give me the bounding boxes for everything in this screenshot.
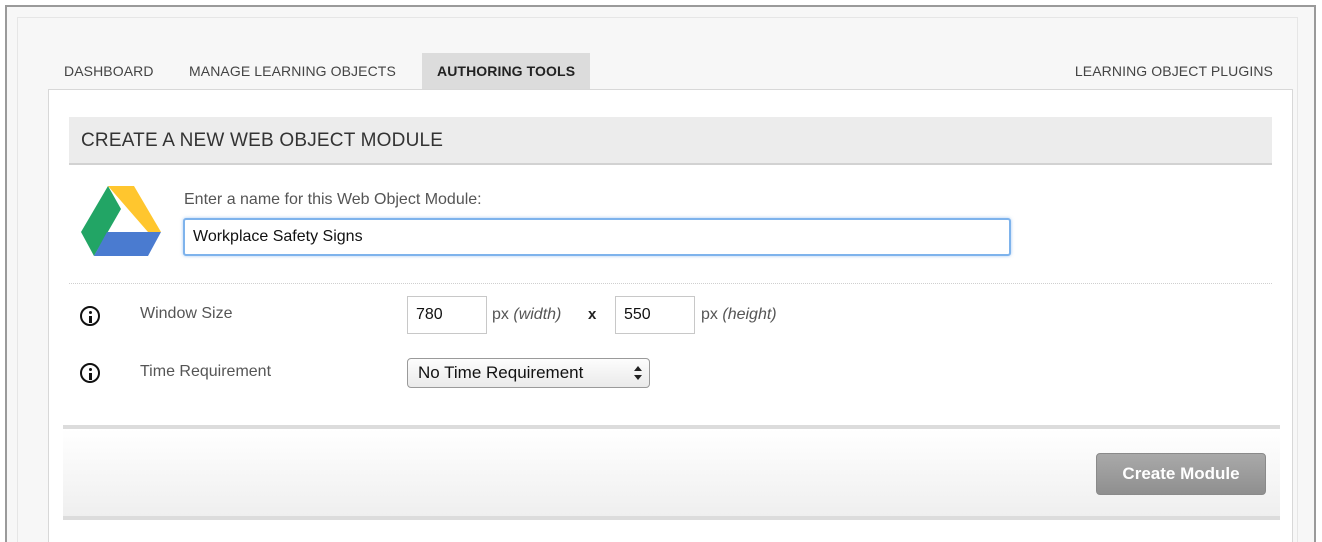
tab-bar: DASHBOARD MANAGE LEARNING OBJECTS AUTHOR… [48, 53, 1293, 89]
tab-dashboard[interactable]: DASHBOARD [64, 53, 154, 89]
time-requirement-select[interactable]: No Time Requirement [407, 358, 650, 388]
footer-actions: Create Module [63, 425, 1280, 520]
info-icon[interactable] [80, 363, 100, 383]
height-input[interactable] [615, 296, 695, 334]
time-requirement-value: No Time Requirement [418, 363, 584, 382]
create-module-button[interactable]: Create Module [1096, 453, 1266, 495]
height-hint: (height) [722, 306, 777, 323]
panel-header: CREATE A NEW WEB OBJECT MODULE [69, 117, 1272, 165]
create-module-panel: CREATE A NEW WEB OBJECT MODULE Enter a n… [48, 89, 1293, 542]
tab-authoring-tools[interactable]: AUTHORING TOOLS [422, 53, 591, 89]
times-sign: x [588, 306, 597, 323]
select-arrows-icon [634, 366, 642, 380]
info-icon[interactable] [80, 306, 100, 326]
tab-learning-object-plugins[interactable]: LEARNING OBJECT PLUGINS [1075, 53, 1273, 89]
tab-manage-learning-objects[interactable]: MANAGE LEARNING OBJECTS [189, 53, 396, 89]
height-unit-px: px [701, 306, 718, 323]
height-unit: px (height) [701, 306, 777, 324]
width-hint: (width) [513, 306, 562, 323]
time-requirement-label: Time Requirement [140, 363, 272, 380]
divider [69, 283, 1272, 284]
width-input[interactable] [407, 296, 487, 334]
google-drive-icon [81, 186, 161, 256]
module-name-label: Enter a name for this Web Object Module: [184, 191, 482, 208]
window-size-label: Window Size [140, 305, 233, 322]
width-unit-px: px [492, 306, 509, 323]
module-name-input[interactable] [183, 218, 1011, 256]
width-unit: px (width) [492, 306, 561, 324]
page-title: CREATE A NEW WEB OBJECT MODULE [81, 130, 444, 151]
